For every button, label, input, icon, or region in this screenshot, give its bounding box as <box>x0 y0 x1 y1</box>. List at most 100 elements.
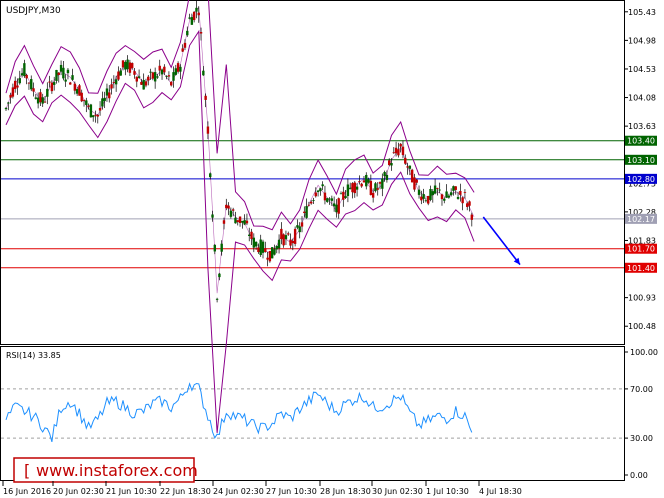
candle-body <box>82 99 86 101</box>
candle-body <box>348 187 352 189</box>
candle-body <box>71 75 74 80</box>
candle-body <box>234 217 237 224</box>
rsi-title: RSI(14) 33.85 <box>6 351 61 360</box>
candle-body <box>176 63 180 72</box>
candle-body <box>192 11 196 21</box>
candle-body <box>7 102 10 104</box>
price-tick-label: 103.63 <box>628 122 656 131</box>
candle-body <box>463 191 467 193</box>
candle-body <box>218 273 221 278</box>
candle-body <box>55 69 58 81</box>
candle-body <box>236 220 239 222</box>
candle-body <box>167 75 171 77</box>
time-tick-label: 1 Jul 10:30 <box>426 487 469 496</box>
candle-body <box>447 195 451 198</box>
candle-body <box>16 85 19 88</box>
candle-body <box>165 76 168 77</box>
candle-body <box>436 188 439 190</box>
candle-body <box>96 114 99 117</box>
candle-body <box>429 189 432 200</box>
candle-body <box>36 97 40 104</box>
candle-body <box>160 69 164 75</box>
candle-body <box>264 248 267 252</box>
candle-body <box>346 184 350 197</box>
candle-body <box>43 101 47 103</box>
candle-body <box>392 152 395 154</box>
candle-body <box>20 73 24 76</box>
candle-body <box>11 87 15 97</box>
candle-body <box>73 83 77 91</box>
price-tick-label: 104.98 <box>628 36 656 45</box>
candle-body <box>121 60 125 68</box>
candle-body <box>424 200 428 202</box>
candle-body <box>365 174 368 187</box>
candle-body <box>199 31 203 34</box>
candle-body <box>344 196 347 198</box>
candle-body <box>390 163 393 166</box>
candle-body <box>280 228 283 240</box>
candle-body <box>326 198 329 202</box>
candle-body <box>52 82 56 85</box>
candle-body <box>287 233 290 235</box>
candle-body <box>158 65 161 71</box>
candle-body <box>388 160 391 166</box>
candle-body <box>443 198 446 201</box>
candle-body <box>314 192 317 197</box>
candle-body <box>170 81 173 86</box>
candle-body <box>213 244 217 252</box>
candle-body <box>332 203 336 207</box>
candle-body <box>128 62 132 73</box>
candle-body <box>385 174 389 181</box>
candle-body <box>222 220 226 224</box>
candle-body <box>27 82 31 84</box>
candle-body <box>23 63 26 77</box>
candle-body <box>172 72 175 81</box>
candle-body <box>293 228 297 244</box>
candle-body <box>4 108 8 110</box>
candle-body <box>296 225 299 228</box>
candle-body <box>103 97 106 102</box>
candle-body <box>323 192 327 201</box>
price-tick-label: 104.53 <box>628 65 656 74</box>
level-tag-label: 101.70 <box>627 245 655 254</box>
candle-body <box>468 201 471 206</box>
candle-body <box>454 186 457 190</box>
candle-body <box>119 70 122 76</box>
candle-body <box>374 183 377 192</box>
candle-body <box>252 237 256 248</box>
candle-body <box>98 107 102 111</box>
candle-body <box>470 214 474 220</box>
time-tick-label: 28 Jun 18:30 <box>320 487 371 496</box>
candle-body <box>225 204 228 209</box>
time-tick-label: 30 Jun 02:30 <box>372 487 423 496</box>
candle-body <box>48 81 51 83</box>
candle-body <box>277 239 281 249</box>
candle-body <box>41 97 44 104</box>
candle-body <box>351 183 354 193</box>
candle-body <box>284 235 288 240</box>
candle-body <box>408 165 412 169</box>
chart-root: 105.43104.98104.53104.08103.63102.73102.… <box>0 0 658 496</box>
candle-body <box>303 211 306 214</box>
candle-body <box>231 209 235 211</box>
candle-body <box>151 72 155 79</box>
candle-body <box>9 94 12 98</box>
candle-body <box>131 63 134 69</box>
candle-body <box>383 172 386 177</box>
candle-body <box>209 173 212 178</box>
time-tick-label: 22 Jun 18:30 <box>160 487 211 496</box>
candle-body <box>156 76 159 78</box>
candle-body <box>126 59 129 70</box>
candle-body <box>401 146 405 155</box>
candle-body <box>183 42 187 48</box>
candle-body <box>124 62 127 70</box>
candle-body <box>248 234 251 236</box>
candle-body <box>80 92 83 102</box>
level-tag-label: 101.40 <box>627 264 655 273</box>
candle-body <box>376 188 379 190</box>
candle-body <box>445 191 448 198</box>
candle-body <box>406 166 409 168</box>
candle-body <box>342 191 345 200</box>
candle-body <box>316 190 320 193</box>
watermark-bracket: [ <box>24 461 30 480</box>
